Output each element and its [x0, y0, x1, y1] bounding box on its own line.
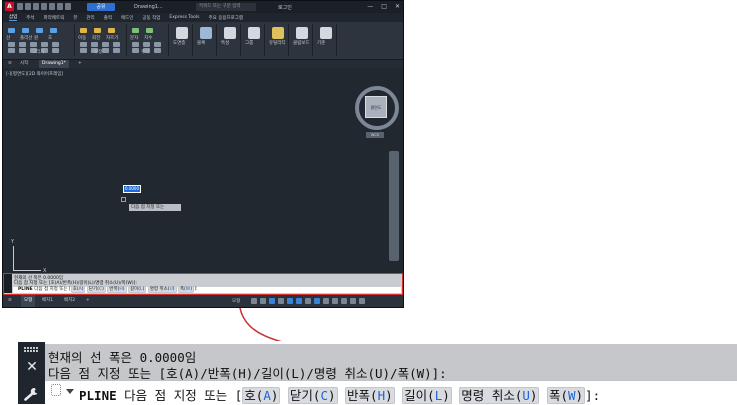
- recent-commands-dropdown-icon[interactable]: [66, 389, 74, 394]
- grip-icon[interactable]: [24, 347, 40, 352]
- command-input[interactable]: PLINE 다음 점 지정 또는 [호(A) 닫기(C) 반폭(H) 길이(L)…: [45, 380, 737, 404]
- close-icon[interactable]: ✕: [25, 360, 39, 374]
- command-name: PLINE: [79, 388, 125, 403]
- wrench-icon[interactable]: [23, 386, 40, 401]
- pick-icon[interactable]: [51, 384, 61, 396]
- command-prompt: PLINE 다음 점 지정 또는 [호(A) 닫기(C) 반폭(H) 길이(L)…: [79, 387, 601, 404]
- command-option[interactable]: 닫기(C): [287, 387, 338, 404]
- command-option[interactable]: 길이(L): [402, 387, 452, 404]
- command-option[interactable]: 폭(W): [546, 387, 586, 404]
- command-line-sidebar: ✕: [18, 342, 45, 404]
- command-history: 현재의 선 폭은 0.0000임 다음 점 지정 또는 [호(A)/반폭(H)/…: [45, 344, 737, 381]
- command-option[interactable]: 반폭(H): [345, 387, 395, 404]
- command-option[interactable]: 명령 취소(U): [459, 387, 540, 404]
- command-option[interactable]: 호(A): [242, 387, 281, 404]
- command-line-zoomed: ✕ 현재의 선 폭은 0.0000임 다음 점 지정 또는 [호(A)/반폭(H…: [18, 341, 737, 404]
